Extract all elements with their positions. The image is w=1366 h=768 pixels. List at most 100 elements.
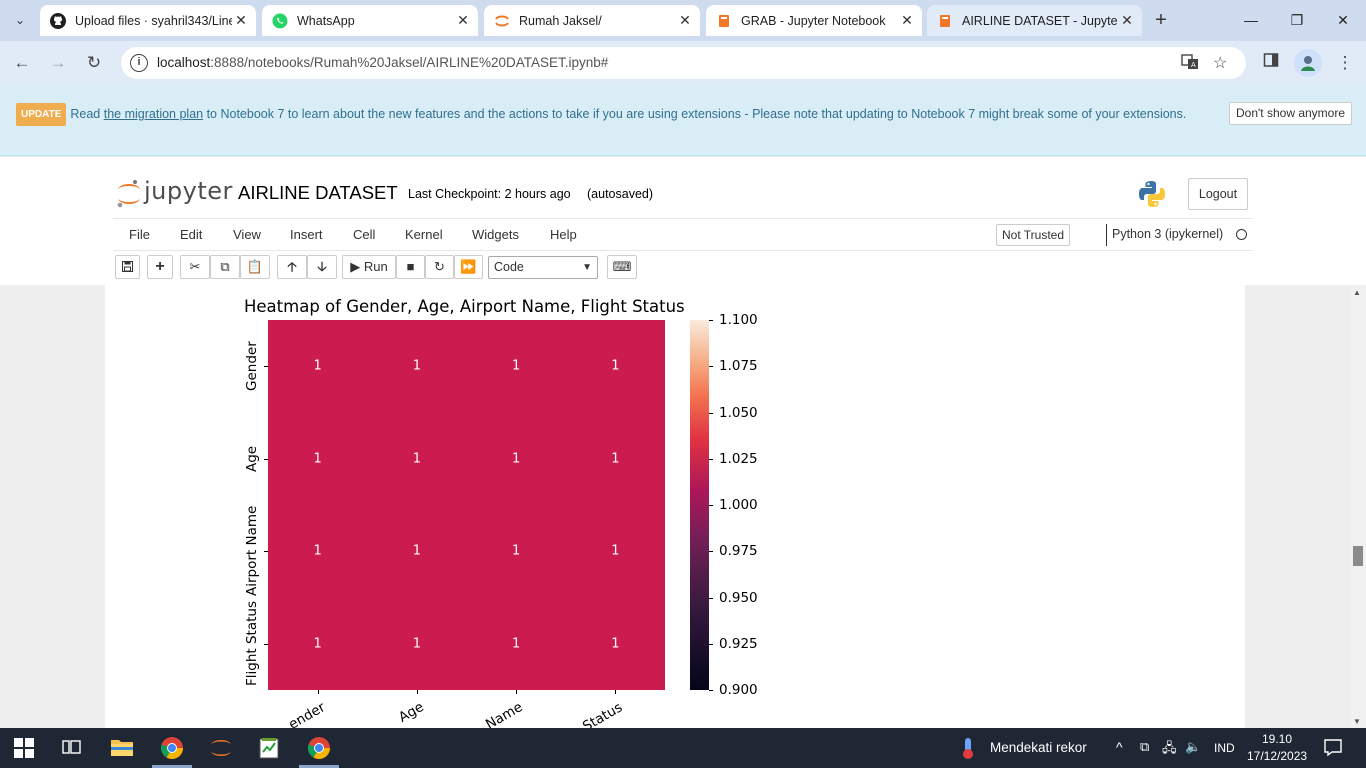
- close-icon[interactable]: ✕: [676, 12, 694, 29]
- reload-icon[interactable]: ↻: [82, 51, 106, 75]
- device-icon[interactable]: ⧉: [1140, 739, 1149, 755]
- notebook-name[interactable]: AIRLINE DATASET: [238, 182, 398, 204]
- clock-date[interactable]: 17/12/2023: [1247, 749, 1307, 763]
- logout-button[interactable]: Logout: [1188, 178, 1248, 210]
- colorbar: [690, 320, 709, 690]
- restore-button[interactable]: ❐: [1274, 8, 1320, 32]
- close-icon[interactable]: ✕: [898, 12, 916, 29]
- tab-github[interactable]: Upload files · syahril343/Line ✕: [40, 5, 256, 36]
- keyboard-icon[interactable]: ⌨: [607, 255, 637, 279]
- heatmap-cell-value: 1: [313, 358, 322, 374]
- tab-grab[interactable]: GRAB - Jupyter Notebook ✕: [706, 5, 922, 36]
- x-tick-label: ender: [285, 698, 328, 728]
- close-icon[interactable]: ✕: [232, 12, 250, 29]
- run-button[interactable]: ▶ Run: [342, 255, 396, 279]
- notifications-icon[interactable]: [1322, 736, 1346, 760]
- notebook-toolbar: + ✂ ⧉ 📋 🡡 🡣 ▶ Run ■ ↻ ⏩ Code ▼ ⌨: [113, 255, 1253, 283]
- menu-insert[interactable]: Insert: [290, 227, 323, 242]
- close-icon[interactable]: ✕: [1118, 12, 1136, 29]
- tab-search-icon[interactable]: ⌄: [8, 8, 32, 32]
- chrome-profile-icon[interactable]: [307, 736, 331, 760]
- dont-show-anymore-button[interactable]: Don't show anymore: [1229, 102, 1353, 125]
- address-bar[interactable]: i localhost:8888/notebooks/Rumah%20Jakse…: [121, 47, 1246, 79]
- browser-menu-icon[interactable]: ⋮: [1333, 51, 1357, 75]
- menu-view[interactable]: View: [233, 227, 261, 242]
- jupyter-wordmark: jupyter: [144, 177, 233, 205]
- colorbar-tick: [709, 597, 713, 599]
- tab-airline-dataset[interactable]: AIRLINE DATASET - Jupyter N ✕: [927, 5, 1142, 36]
- minimize-button[interactable]: —: [1228, 8, 1274, 32]
- page-scrollbar[interactable]: ▲ ▼: [1350, 285, 1366, 728]
- save-icon[interactable]: [115, 255, 140, 279]
- heatmap-cell-value: 1: [313, 543, 322, 559]
- menu-file[interactable]: File: [129, 227, 150, 242]
- weather-text[interactable]: Mendekati rekor: [990, 740, 1087, 755]
- colorbar-tick: [709, 320, 713, 321]
- heatmap-cell-value: 1: [611, 358, 620, 374]
- scrollbar-thumb[interactable]: [1353, 546, 1363, 566]
- paste-icon[interactable]: 📋: [240, 255, 270, 279]
- windows-start-icon[interactable]: [14, 738, 38, 762]
- not-trusted-button[interactable]: Not Trusted: [996, 224, 1071, 246]
- y-tick: [264, 643, 268, 645]
- back-arrow-icon[interactable]: ←: [10, 51, 34, 75]
- network-icon[interactable]: 🖧: [1162, 739, 1177, 761]
- forward-arrow-icon[interactable]: →: [46, 51, 70, 75]
- tab-rumah-jaksel[interactable]: Rumah Jaksel/ ✕: [484, 5, 700, 36]
- insert-cell-icon[interactable]: +: [147, 255, 173, 279]
- menu-bar: File Edit View Insert Cell Kernel Widget…: [113, 218, 1253, 251]
- heatmap-cell-value: 1: [412, 358, 422, 374]
- clock-time[interactable]: 19.10: [1262, 732, 1292, 746]
- move-up-icon[interactable]: 🡡: [277, 255, 307, 279]
- restart-run-all-icon[interactable]: ⏩: [454, 255, 483, 279]
- kernel-idle-icon: [1236, 229, 1247, 240]
- y-tick-label: Flight Status: [244, 601, 260, 687]
- menu-kernel[interactable]: Kernel: [405, 227, 443, 242]
- close-icon[interactable]: ✕: [454, 12, 472, 29]
- volume-icon[interactable]: 🔈: [1185, 739, 1201, 755]
- github-icon: [50, 12, 66, 29]
- copy-icon[interactable]: ⧉: [210, 255, 240, 279]
- kernel-name[interactable]: Python 3 (ipykernel): [1112, 227, 1223, 241]
- restart-icon[interactable]: ↻: [425, 255, 454, 279]
- scroll-up-icon[interactable]: ▲: [1353, 288, 1361, 297]
- profile-avatar[interactable]: [1294, 49, 1322, 77]
- jupyter-app-icon[interactable]: [209, 736, 233, 760]
- heatmap-cell-value: 1: [313, 636, 322, 652]
- menu-help[interactable]: Help: [550, 227, 577, 242]
- tab-whatsapp[interactable]: WhatsApp ✕: [262, 5, 478, 36]
- jupyter-icon: [495, 15, 509, 26]
- file-explorer-icon[interactable]: [110, 736, 134, 760]
- interrupt-icon[interactable]: ■: [396, 255, 425, 279]
- url-text[interactable]: localhost:8888/notebooks/Rumah%20Jaksel/…: [157, 55, 608, 70]
- language-indicator[interactable]: IND: [1214, 741, 1235, 755]
- scroll-down-icon[interactable]: ▼: [1353, 717, 1361, 726]
- translate-icon[interactable]: A: [1181, 53, 1199, 76]
- cell-type-select[interactable]: Code ▼: [488, 256, 598, 279]
- migration-plan-link[interactable]: the migration plan: [104, 107, 203, 121]
- chevron-down-icon: ▼: [582, 262, 592, 273]
- menu-edit[interactable]: Edit: [180, 227, 202, 242]
- chrome-icon[interactable]: [160, 736, 184, 760]
- cut-icon[interactable]: ✂: [180, 255, 210, 279]
- site-info-icon[interactable]: i: [130, 54, 148, 72]
- window-close-button[interactable]: ✕: [1320, 8, 1366, 32]
- spreadsheet-app-icon[interactable]: [257, 736, 281, 760]
- tray-chevron-up-icon[interactable]: ^: [1116, 739, 1123, 755]
- autosave-status: (autosaved): [587, 187, 654, 201]
- colorbar-tick: [709, 551, 713, 553]
- whatsapp-icon: [272, 13, 288, 28]
- thermometer-icon[interactable]: [958, 736, 982, 760]
- side-panel-icon[interactable]: [1259, 51, 1283, 75]
- tab-title: WhatsApp: [297, 13, 355, 28]
- task-view-icon[interactable]: [61, 736, 85, 760]
- colorbar-tick-label: 1.100: [719, 312, 758, 328]
- tab-title: AIRLINE DATASET - Jupyter N: [962, 13, 1118, 28]
- colorbar-tick-label: 1.050: [719, 404, 758, 421]
- colorbar-tick: [709, 412, 713, 414]
- bookmark-star-icon[interactable]: ☆: [1213, 53, 1227, 73]
- menu-cell[interactable]: Cell: [353, 227, 375, 242]
- move-down-icon[interactable]: 🡣: [307, 255, 337, 279]
- menu-widgets[interactable]: Widgets: [472, 227, 519, 242]
- new-tab-button[interactable]: +: [1148, 8, 1174, 32]
